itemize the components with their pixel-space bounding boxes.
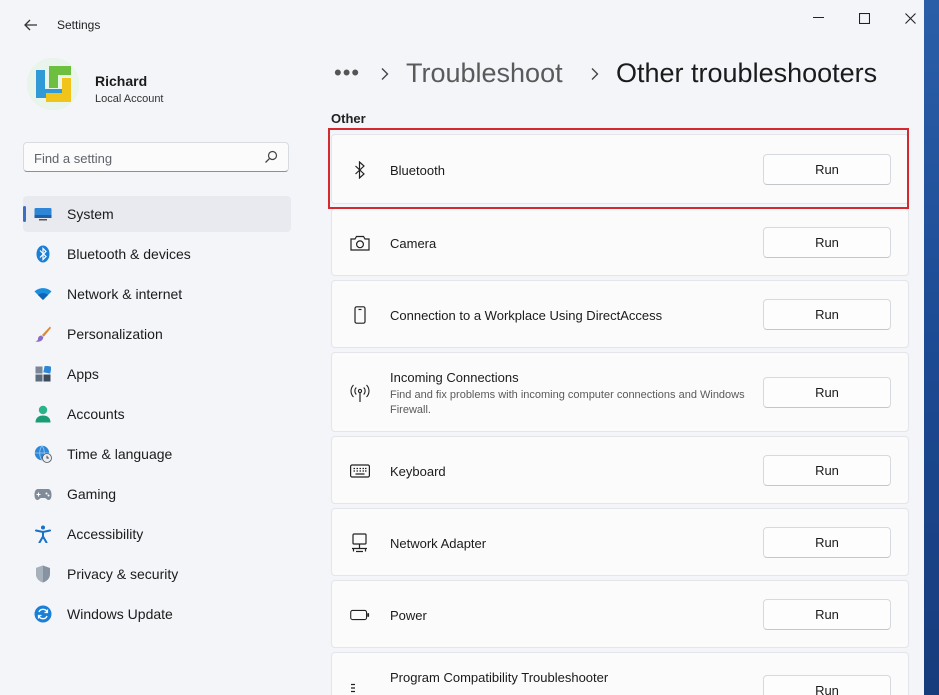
sidebar-item-time-language[interactable]: Time & language [23, 436, 291, 472]
account-type: Local Account [95, 93, 164, 105]
person-icon [34, 405, 52, 423]
run-button[interactable]: Run [763, 527, 891, 558]
camera-icon [350, 233, 370, 253]
avatar[interactable] [27, 58, 79, 110]
program-icon [350, 681, 370, 695]
troubleshooter-title: Power [390, 608, 427, 623]
keyboard-icon [350, 461, 370, 481]
sidebar-item-network-internet[interactable]: Network & internet [23, 276, 291, 312]
run-button[interactable]: Run [763, 675, 891, 695]
close-icon [904, 12, 916, 24]
brush-icon [34, 325, 52, 343]
run-button[interactable]: Run [763, 599, 891, 630]
sidebar-item-label: Privacy & security [67, 566, 179, 582]
section-label: Other [331, 111, 366, 126]
search-input[interactable] [24, 143, 266, 173]
search-box [23, 142, 289, 173]
sidebar-item-label: Windows Update [67, 606, 173, 622]
minimize-icon [812, 17, 824, 18]
app-title: Settings [57, 18, 101, 32]
breadcrumb-parent-link[interactable]: Troubleshoot [406, 58, 563, 89]
troubleshooter-camera: Camera Run [331, 208, 909, 276]
run-button[interactable]: Run [763, 377, 891, 408]
user-name: Richard [95, 73, 148, 89]
sidebar-item-label: Personalization [67, 326, 163, 342]
sidebar-item-label: Accounts [67, 406, 125, 422]
sidebar-item-label: System [67, 206, 114, 222]
troubleshooter-power: Power Run [331, 580, 909, 648]
minimize-button[interactable] [795, 4, 841, 32]
troubleshooter-title: Network Adapter [390, 536, 487, 551]
wifi-icon [34, 285, 52, 303]
run-button[interactable]: Run [763, 455, 891, 486]
avatar-logo-icon [27, 58, 79, 110]
title-bar: Settings [0, 0, 924, 48]
sidebar-item-personalization[interactable]: Personalization [23, 316, 291, 352]
bluetooth-icon [350, 160, 370, 180]
sidebar-item-bluetooth-devices[interactable]: Bluetooth & devices [23, 236, 291, 272]
arrow-left-icon [24, 19, 37, 31]
troubleshooter-description: Find and fix problems with incoming comp… [390, 389, 745, 416]
shield-icon [34, 565, 52, 583]
troubleshooter-directaccess: Connection to a Workplace Using DirectAc… [331, 280, 909, 348]
chevron-right-icon [591, 68, 599, 80]
apps-icon [34, 365, 52, 383]
sidebar-item-label: Accessibility [67, 526, 144, 542]
accessibility-icon [34, 525, 52, 543]
sidebar-item-label: Bluetooth & devices [67, 246, 191, 262]
search-icon[interactable] [264, 150, 278, 164]
sidebar-item-apps[interactable]: Apps [23, 356, 291, 392]
antenna-icon [350, 383, 370, 403]
troubleshooter-bluetooth: Bluetooth Run [331, 134, 909, 204]
run-button[interactable]: Run [763, 154, 891, 185]
globe-clock-icon [34, 445, 52, 463]
sidebar-item-gaming[interactable]: Gaming [23, 476, 291, 512]
run-button[interactable]: Run [763, 227, 891, 258]
sidebar-item-windows-update[interactable]: Windows Update [23, 596, 291, 632]
sidebar-item-accessibility[interactable]: Accessibility [23, 516, 291, 552]
troubleshooter-network-adapter: Network Adapter Run [331, 508, 909, 576]
breadcrumb-overflow-button[interactable]: ••• [334, 60, 360, 86]
troubleshooter-list: Bluetooth Run Camera Run Connection to a… [331, 134, 909, 695]
network-adapter-icon [350, 533, 370, 553]
troubleshooter-title: Program Compatibility Troubleshooter [390, 670, 609, 685]
sidebar-item-label: Gaming [67, 486, 117, 502]
sidebar-item-privacy-security[interactable]: Privacy & security [23, 556, 291, 592]
run-button[interactable]: Run [763, 299, 891, 330]
desktop-wallpaper [924, 0, 939, 695]
page-title: Other troubleshooters [616, 58, 878, 88]
battery-icon [350, 605, 370, 625]
chevron-right-icon [381, 68, 389, 80]
sidebar-nav: System Bluetooth & devices Network & int… [23, 196, 291, 636]
troubleshooter-title: Bluetooth [390, 163, 445, 178]
troubleshooter-title: Incoming Connections [390, 370, 519, 385]
update-icon [34, 605, 52, 623]
monitor-icon [34, 205, 52, 223]
back-button[interactable] [18, 12, 44, 38]
troubleshooter-keyboard: Keyboard Run [331, 436, 909, 504]
maximize-icon [858, 12, 870, 24]
bluetooth-icon [34, 245, 52, 263]
troubleshooter-title: Keyboard [390, 464, 446, 479]
troubleshooter-program-compatibility: Program Compatibility Troubleshooter Run [331, 652, 909, 695]
phone-icon [350, 305, 370, 325]
sidebar-item-label: Apps [67, 366, 99, 382]
troubleshooter-title: Camera [390, 236, 437, 251]
troubleshooter-incoming-connections: Incoming Connections Find and fix proble… [331, 352, 909, 432]
troubleshooter-title: Connection to a Workplace Using DirectAc… [390, 308, 663, 323]
sidebar-item-accounts[interactable]: Accounts [23, 396, 291, 432]
sidebar-item-label: Network & internet [67, 286, 183, 302]
settings-window: Settings Richard Local Account Find a se… [0, 0, 925, 695]
sidebar-item-label: Time & language [67, 446, 173, 462]
gamepad-icon [34, 485, 52, 503]
sidebar-item-system[interactable]: System [23, 196, 291, 232]
maximize-button[interactable] [841, 4, 887, 32]
close-button[interactable] [887, 4, 924, 32]
